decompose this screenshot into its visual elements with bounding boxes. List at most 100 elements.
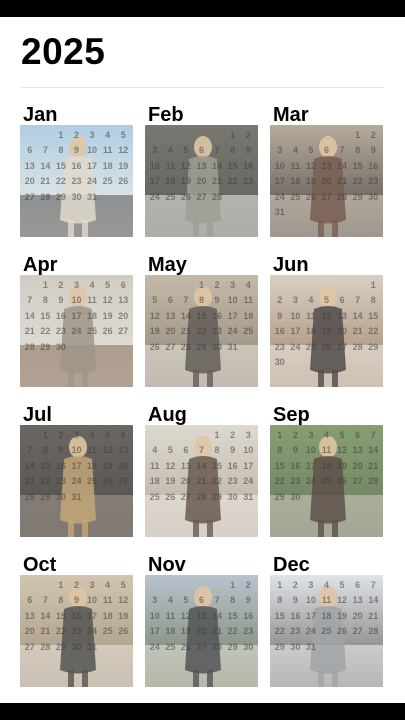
- day-number[interactable]: 24: [147, 192, 163, 202]
- day-number[interactable]: 5: [303, 145, 319, 155]
- day-number[interactable]: 11: [147, 461, 163, 471]
- day-number[interactable]: 11: [240, 295, 256, 305]
- day-number[interactable]: 26: [178, 642, 194, 652]
- month-photo-card[interactable]: 1 2 3 4 5 6 7 8 9 10 11 12 13 14 15 16 17 18 19 20 21 22 23 24 2…: [20, 125, 133, 237]
- day-number[interactable]: 19: [178, 176, 194, 186]
- day-number[interactable]: 23: [365, 176, 381, 186]
- day-number[interactable]: 27: [115, 326, 131, 336]
- month-jan[interactable]: Jan 1 2 3 4 5 6 7 8 9 10 11 12 13 14 15 16 17 18 19 20 21 22 23…: [20, 104, 133, 237]
- month-jul[interactable]: Jul 1 2 3 4 5 6 7 8 9 10 11 12 13 14 15 16 17 18 19 20 21 22 23…: [20, 404, 133, 537]
- day-number[interactable]: 9: [209, 295, 225, 305]
- day-number[interactable]: 4: [303, 295, 319, 305]
- day-number[interactable]: 20: [350, 611, 366, 621]
- day-number[interactable]: 25: [100, 176, 116, 186]
- day-number[interactable]: 15: [350, 161, 366, 171]
- day-number[interactable]: 29: [38, 492, 54, 502]
- day-number[interactable]: 9: [365, 145, 381, 155]
- day-number[interactable]: 25: [84, 476, 100, 486]
- day-number[interactable]: 26: [115, 176, 131, 186]
- day-number[interactable]: 2: [365, 130, 381, 140]
- day-number[interactable]: 6: [350, 430, 366, 440]
- day-number[interactable]: 9: [240, 595, 256, 605]
- day-number[interactable]: 30: [272, 357, 288, 367]
- day-number[interactable]: 18: [84, 461, 100, 471]
- day-number[interactable]: 26: [303, 192, 319, 202]
- month-photo-card[interactable]: 1 2 3 4 5 6 7 8 9 10 11 12 13 14 15 16 17 18 19 20 21 22 23 24 2…: [145, 275, 258, 387]
- day-number[interactable]: 31: [240, 492, 256, 502]
- day-number[interactable]: 31: [303, 642, 319, 652]
- day-number[interactable]: 6: [350, 580, 366, 590]
- day-number[interactable]: 21: [38, 626, 54, 636]
- day-number[interactable]: 28: [350, 342, 366, 352]
- day-number[interactable]: 20: [350, 461, 366, 471]
- day-number[interactable]: 4: [163, 145, 179, 155]
- day-number[interactable]: 8: [350, 145, 366, 155]
- day-number[interactable]: 4: [288, 145, 304, 155]
- day-number[interactable]: 28: [22, 342, 38, 352]
- day-number[interactable]: 10: [303, 445, 319, 455]
- day-number[interactable]: 27: [350, 476, 366, 486]
- day-number[interactable]: 2: [272, 295, 288, 305]
- day-number[interactable]: 19: [115, 161, 131, 171]
- day-number[interactable]: 29: [272, 492, 288, 502]
- day-number[interactable]: 24: [84, 176, 100, 186]
- day-number[interactable]: 13: [334, 311, 350, 321]
- day-number[interactable]: 20: [319, 176, 335, 186]
- day-number[interactable]: 12: [147, 311, 163, 321]
- day-number[interactable]: 13: [350, 445, 366, 455]
- day-number[interactable]: 4: [100, 580, 116, 590]
- day-number[interactable]: 3: [303, 430, 319, 440]
- day-number[interactable]: 6: [194, 145, 210, 155]
- day-number[interactable]: 24: [303, 476, 319, 486]
- day-number[interactable]: 2: [225, 430, 241, 440]
- day-number[interactable]: 12: [334, 445, 350, 455]
- day-number[interactable]: 12: [100, 445, 116, 455]
- day-number[interactable]: 3: [69, 280, 85, 290]
- day-number[interactable]: 15: [38, 311, 54, 321]
- day-number[interactable]: 22: [225, 176, 241, 186]
- day-number[interactable]: 23: [240, 176, 256, 186]
- day-number[interactable]: 31: [69, 492, 85, 502]
- day-number[interactable]: 24: [240, 476, 256, 486]
- day-number[interactable]: 25: [100, 626, 116, 636]
- day-number[interactable]: 2: [69, 580, 85, 590]
- day-number[interactable]: 22: [272, 626, 288, 636]
- month-jun[interactable]: Jun 1 2 3 4 5 6 7 8 9 10 11 12 13 14 15 16 17 18 19 20 21 22 23…: [270, 254, 383, 387]
- day-number[interactable]: 29: [272, 642, 288, 652]
- day-number[interactable]: 14: [22, 461, 38, 471]
- day-number[interactable]: 21: [334, 176, 350, 186]
- day-number[interactable]: 17: [303, 611, 319, 621]
- day-number[interactable]: 10: [147, 611, 163, 621]
- day-number[interactable]: 2: [288, 430, 304, 440]
- month-photo-card[interactable]: 1 2 3 4 5 6 7 8 9 10 11 12 13 14 15 16 17 18 19 20 21 22 23 24 2…: [145, 575, 258, 687]
- day-number[interactable]: 19: [303, 176, 319, 186]
- day-number[interactable]: 23: [240, 626, 256, 636]
- day-number[interactable]: 27: [115, 476, 131, 486]
- day-number[interactable]: 1: [225, 130, 241, 140]
- day-number[interactable]: 3: [147, 145, 163, 155]
- month-photo-card[interactable]: 1 2 3 4 5 6 7 8 9 10 11 12 13 14 15 16 17 18 19 20 21 22 23 24 2…: [270, 425, 383, 537]
- day-number[interactable]: 14: [209, 161, 225, 171]
- day-number[interactable]: 29: [350, 192, 366, 202]
- month-photo-card[interactable]: 1 2 3 4 5 6 7 8 9 10 11 12 13 14 15 16 17 18 19 20 21 22 23 24 2…: [270, 275, 383, 387]
- day-number[interactable]: 14: [178, 311, 194, 321]
- day-number[interactable]: 22: [194, 326, 210, 336]
- day-number[interactable]: 13: [350, 595, 366, 605]
- day-number[interactable]: 22: [53, 176, 69, 186]
- day-number[interactable]: 23: [209, 326, 225, 336]
- day-number[interactable]: 13: [319, 161, 335, 171]
- day-number[interactable]: 28: [38, 192, 54, 202]
- day-number[interactable]: 19: [147, 326, 163, 336]
- day-number[interactable]: 26: [100, 326, 116, 336]
- day-number[interactable]: 10: [225, 295, 241, 305]
- day-number[interactable]: 7: [22, 445, 38, 455]
- day-number[interactable]: 23: [69, 626, 85, 636]
- day-number[interactable]: 7: [178, 295, 194, 305]
- day-number[interactable]: 15: [53, 161, 69, 171]
- day-number[interactable]: 16: [225, 461, 241, 471]
- day-number[interactable]: 1: [194, 280, 210, 290]
- day-number[interactable]: 3: [303, 580, 319, 590]
- day-number[interactable]: 8: [272, 445, 288, 455]
- day-number[interactable]: 15: [225, 611, 241, 621]
- day-number[interactable]: 27: [194, 192, 210, 202]
